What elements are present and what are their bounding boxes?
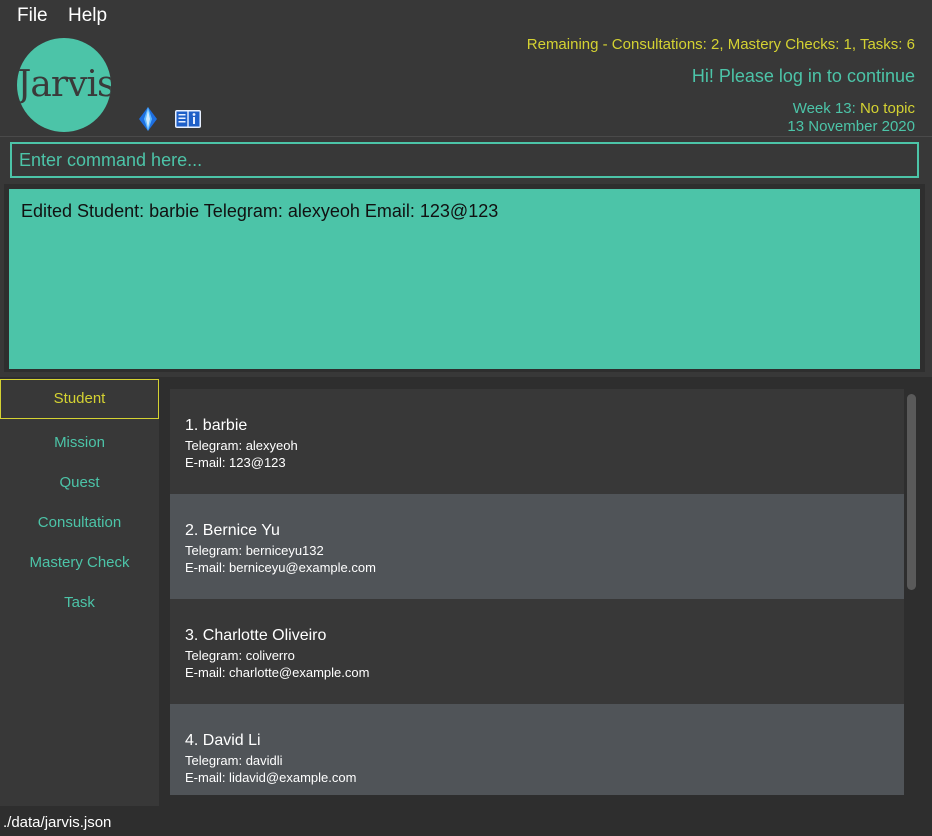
data-file-path: ./data/jarvis.json (3, 814, 112, 831)
list-item[interactable]: 4. David Li Telegram: davidli E-mail: li… (170, 704, 904, 795)
student-list-panel: 1. barbie Telegram: alexyeoh E-mail: 123… (160, 379, 932, 806)
student-name: 3. Charlotte Oliveiro (185, 627, 327, 644)
sidebar-item-quest[interactable]: Quest (0, 463, 159, 503)
logo-text: Jarvis. (17, 64, 111, 105)
menu-bar: File Help (0, 0, 932, 32)
student-telegram: Telegram: berniceyu132 (185, 543, 324, 558)
menu-file[interactable]: File (17, 5, 48, 27)
login-greeting: Hi! Please log in to continue (691, 66, 915, 86)
header: Jarvis. Remaining - Consultations: 2, Ma… (0, 32, 932, 136)
jarvis-logo: Jarvis. (17, 38, 111, 132)
command-input[interactable] (12, 144, 917, 176)
student-email: E-mail: berniceyu@example.com (185, 560, 376, 575)
header-divider (0, 136, 932, 137)
week-topic: Week 13: No topic (792, 100, 915, 117)
command-box (10, 142, 919, 178)
list-scrollbar[interactable] (907, 394, 916, 590)
sidebar-item-consultation[interactable]: Consultation (0, 503, 159, 543)
result-panel: Edited Student: barbie Telegram: alexyeo… (4, 184, 925, 372)
sidebar: Student Mission Quest Consultation Maste… (0, 379, 160, 806)
sidebar-item-student[interactable]: Student (0, 379, 159, 419)
student-list: 1. barbie Telegram: alexyeoh E-mail: 123… (170, 389, 904, 795)
student-telegram: Telegram: coliverro (185, 648, 295, 663)
result-text: Edited Student: barbie Telegram: alexyeo… (21, 201, 499, 221)
student-name: 1. barbie (185, 417, 248, 434)
list-item[interactable]: 3. Charlotte Oliveiro Telegram: coliverr… (170, 599, 904, 704)
student-email: E-mail: 123@123 (185, 455, 286, 470)
student-telegram: Telegram: alexyeoh (185, 438, 298, 453)
sidebar-item-mission[interactable]: Mission (0, 423, 159, 463)
book-info-icon[interactable] (174, 108, 202, 130)
sidebar-item-task[interactable]: Task (0, 583, 159, 623)
student-email: E-mail: lidavid@example.com (185, 770, 357, 785)
list-item[interactable]: 2. Bernice Yu Telegram: berniceyu132 E-m… (170, 494, 904, 599)
remaining-summary: Remaining - Consultations: 2, Mastery Ch… (526, 36, 915, 53)
list-item[interactable]: 1. barbie Telegram: alexyeoh E-mail: 123… (170, 389, 904, 494)
student-name: 2. Bernice Yu (185, 522, 280, 539)
diamond-icon[interactable] (138, 106, 158, 132)
sidebar-item-mastery-check[interactable]: Mastery Check (0, 543, 159, 583)
result-display[interactable]: Edited Student: barbie Telegram: alexyeo… (9, 189, 920, 369)
student-email: E-mail: charlotte@example.com (185, 665, 370, 680)
menu-help[interactable]: Help (68, 5, 107, 27)
current-date: 13 November 2020 (787, 118, 915, 135)
student-name: 4. David Li (185, 732, 261, 749)
status-bar: ./data/jarvis.json (0, 806, 932, 836)
student-telegram: Telegram: davidli (185, 753, 283, 768)
